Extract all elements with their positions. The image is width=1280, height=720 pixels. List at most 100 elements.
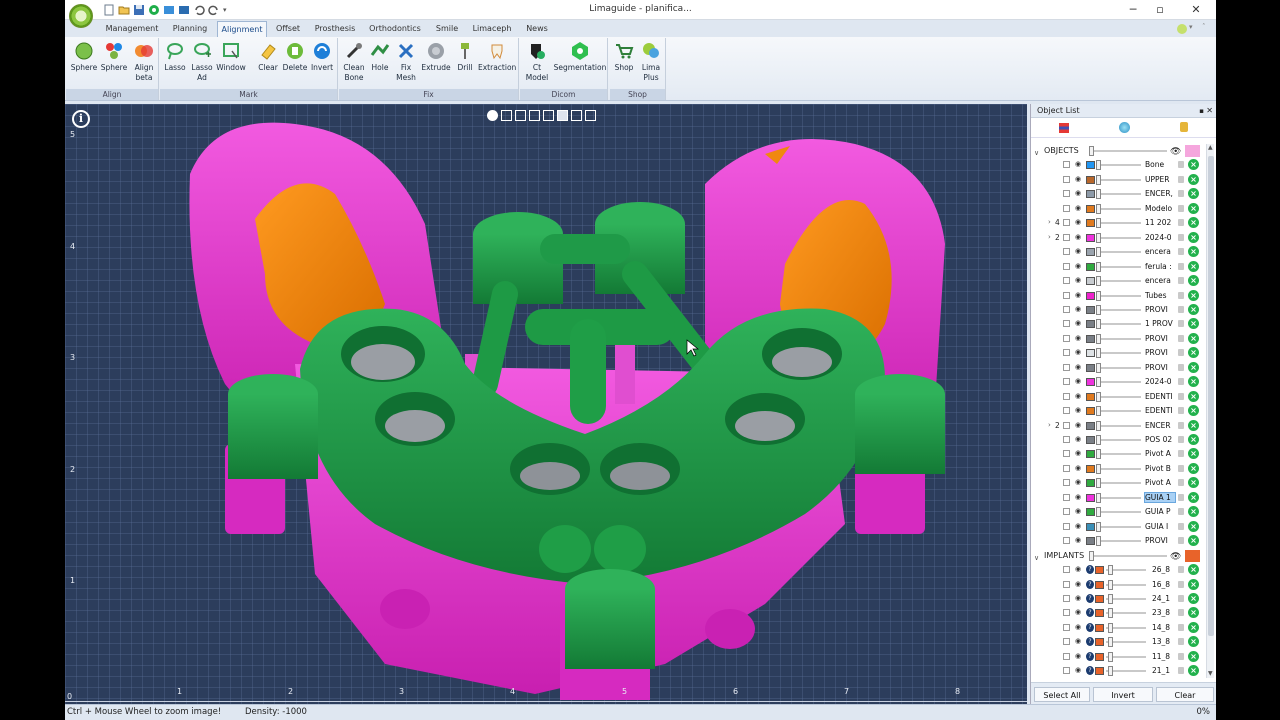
opacity-slider-knob[interactable] — [1096, 521, 1101, 532]
object-checkbox[interactable] — [1063, 522, 1070, 530]
object-row[interactable]: ◉ Pivot B × — [1031, 462, 1203, 476]
tab-orthodontics[interactable]: Orthodontics — [365, 21, 425, 37]
implant-row[interactable]: ◉? 11_8 × — [1031, 650, 1203, 664]
implant-checkbox[interactable] — [1063, 566, 1070, 574]
opacity-slider[interactable] — [1096, 366, 1141, 369]
delete-object-icon[interactable]: × — [1188, 231, 1199, 243]
object-name[interactable]: EDENTI — [1145, 392, 1175, 401]
object-color-swatch[interactable] — [1086, 479, 1095, 488]
lock-icon[interactable] — [1178, 493, 1184, 501]
object-name[interactable]: Pivot B — [1145, 464, 1175, 473]
delete-implant-icon[interactable]: × — [1188, 564, 1199, 576]
visibility-eye-icon[interactable]: ◉ — [1075, 175, 1081, 183]
opacity-slider[interactable] — [1096, 439, 1141, 441]
delete-object-icon[interactable]: × — [1188, 506, 1199, 518]
invert-selection-button[interactable]: Invert Selection — [1093, 687, 1153, 715]
implant-name[interactable]: 16_8 — [1152, 580, 1174, 589]
implant-row[interactable]: ◉? 23_8 × — [1031, 606, 1203, 620]
opacity-slider-knob[interactable] — [1096, 435, 1101, 445]
visibility-eye-icon[interactable]: ◉ — [1075, 478, 1081, 486]
opacity-slider[interactable] — [1096, 178, 1141, 181]
opacity-slider[interactable] — [1096, 280, 1141, 283]
lock-icon[interactable] — [1178, 594, 1184, 602]
object-color-swatch[interactable] — [1086, 291, 1095, 300]
object-row[interactable]: ◉ Modelo × — [1031, 202, 1203, 216]
lock-icon[interactable] — [1178, 262, 1184, 270]
lock-icon[interactable] — [1178, 667, 1184, 675]
delete-object-icon[interactable]: × — [1188, 520, 1199, 532]
opacity-slider-knob[interactable] — [1108, 608, 1113, 619]
visibility-eye-icon[interactable]: ◉ — [1075, 247, 1081, 255]
panel-close-icon[interactable]: ✕ — [1206, 104, 1213, 118]
visibility-eye-icon[interactable]: ◉ — [1075, 189, 1081, 197]
object-name[interactable]: ENCER — [1145, 421, 1175, 430]
lasso-button[interactable]: Lasso — [162, 41, 188, 73]
object-name[interactable]: PROVI — [1145, 536, 1175, 545]
lock-icon[interactable] — [1178, 277, 1184, 285]
lock-icon[interactable] — [1178, 291, 1184, 299]
opacity-slider[interactable] — [1096, 207, 1141, 210]
opacity-slider[interactable] — [1096, 467, 1141, 470]
delete-object-icon[interactable]: × — [1188, 491, 1199, 503]
lock-icon[interactable] — [1178, 334, 1184, 342]
opacity-slider-knob[interactable] — [1096, 333, 1101, 344]
visibility-eye-icon[interactable]: ◉ — [1075, 522, 1081, 530]
opacity-slider-knob[interactable] — [1108, 593, 1113, 604]
object-checkbox[interactable] — [1063, 262, 1070, 270]
visibility-eye-icon[interactable]: ◉ — [1075, 608, 1081, 616]
lock-icon[interactable] — [1178, 233, 1184, 241]
delete-object-icon[interactable]: × — [1188, 462, 1199, 474]
object-color-swatch[interactable] — [1086, 219, 1095, 228]
object-row[interactable]: ◉ Pivot A × — [1031, 447, 1203, 461]
extrude-button[interactable]: Extrude — [420, 41, 452, 73]
implant-color-swatch[interactable] — [1095, 594, 1104, 603]
object-color-swatch[interactable] — [1086, 522, 1095, 531]
delete-object-icon[interactable]: × — [1188, 202, 1199, 214]
hole-button[interactable]: Hole — [368, 41, 392, 73]
object-row[interactable]: ◉ 2024-0 × — [1031, 375, 1203, 389]
visibility-eye-icon[interactable]: ◉ — [1075, 160, 1081, 168]
object-name[interactable]: GUIA I — [1145, 522, 1175, 531]
object-checkbox[interactable] — [1063, 277, 1070, 285]
visibility-eye-icon[interactable]: ◉ — [1075, 276, 1081, 284]
implant-info-icon[interactable]: ? — [1086, 666, 1094, 676]
opacity-slider[interactable] — [1096, 482, 1141, 485]
object-row[interactable]: ◉ UPPER × — [1031, 173, 1203, 187]
opacity-slider-knob[interactable] — [1089, 550, 1094, 561]
object-row[interactable]: ◉ PROVI × — [1031, 534, 1203, 548]
opacity-slider-knob[interactable] — [1096, 362, 1101, 373]
object-row[interactable]: ◉ PROVI × — [1031, 361, 1203, 375]
lock-icon[interactable] — [1178, 522, 1184, 530]
object-color-swatch[interactable] — [1086, 190, 1095, 199]
implant-checkbox[interactable] — [1063, 609, 1070, 617]
lock-icon[interactable] — [1178, 652, 1184, 660]
implant-row[interactable]: ◉? 16_8 × — [1031, 578, 1203, 592]
implant-info-icon[interactable]: ? — [1086, 622, 1094, 632]
visibility-eye-icon[interactable]: ◉ — [1075, 334, 1081, 342]
delete-implant-icon[interactable]: × — [1188, 607, 1199, 619]
opacity-slider[interactable] — [1096, 323, 1141, 326]
lock-icon[interactable] — [1178, 436, 1184, 443]
object-checkbox[interactable] — [1063, 334, 1070, 342]
visibility-eye-icon[interactable]: ◉ — [1075, 406, 1081, 414]
object-color-swatch[interactable] — [1086, 320, 1095, 329]
lasso-add-button[interactable]: Lasso Ad — [189, 41, 215, 83]
opacity-slider-knob[interactable] — [1096, 377, 1101, 388]
object-checkbox[interactable] — [1063, 320, 1070, 328]
object-row[interactable]: ◉ ferula : × — [1031, 260, 1203, 274]
lock-icon[interactable] — [1178, 537, 1184, 545]
delete-object-icon[interactable]: × — [1188, 275, 1199, 287]
object-checkbox[interactable] — [1063, 204, 1070, 212]
lock-icon[interactable] — [1178, 248, 1184, 256]
implant-row[interactable]: ◉? 21_1 × — [1031, 664, 1203, 678]
object-name[interactable]: PROVI — [1145, 305, 1175, 314]
lock-icon[interactable] — [1178, 219, 1184, 227]
delete-object-icon[interactable]: × — [1188, 246, 1199, 258]
tab-offset[interactable]: Offset — [272, 21, 304, 37]
implant-color-swatch[interactable] — [1095, 566, 1104, 575]
opacity-slider-knob[interactable] — [1096, 174, 1101, 185]
delete-object-icon[interactable]: × — [1188, 477, 1199, 489]
object-row[interactable]: › 2 ◉ ENCER × — [1031, 419, 1203, 433]
implant-color-swatch[interactable] — [1095, 652, 1104, 661]
opacity-slider[interactable] — [1096, 337, 1141, 340]
